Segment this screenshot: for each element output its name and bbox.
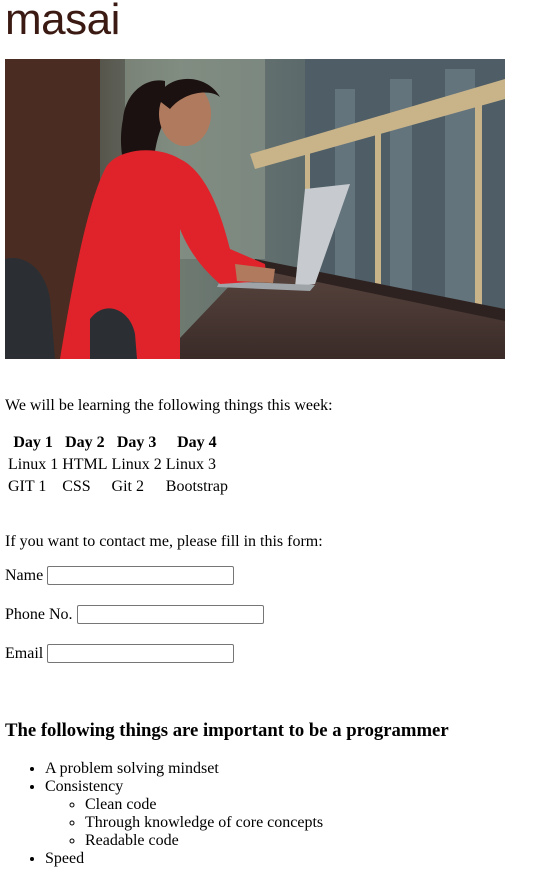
phone-input[interactable]: [76, 605, 264, 624]
email-input[interactable]: [47, 644, 235, 663]
table-cell: Git 2: [111, 478, 144, 495]
section-title: The following things are important to be…: [5, 720, 449, 741]
name-input[interactable]: [47, 566, 235, 585]
list-item: Speed: [45, 850, 323, 868]
hero-image: [5, 59, 505, 359]
table-cell: Linux 1: [8, 456, 59, 473]
name-field-row: Name: [5, 566, 235, 585]
table-header: Day 3: [116, 434, 157, 451]
table-cell: GIT 1: [8, 478, 47, 495]
table-cell: Bootstrap: [165, 478, 228, 495]
contact-intro: If you want to contact me, please fill i…: [5, 533, 323, 550]
masai-logo: masai: [5, 0, 120, 44]
table-row: Linux 1 HTML Linux 2 Linux 3: [7, 455, 229, 475]
sub-list-item: Through knowledge of core concepts: [85, 814, 323, 832]
sub-list-item: Clean code: [85, 796, 323, 814]
table-cell: HTML: [62, 456, 108, 473]
table-header: Day 4: [177, 434, 217, 451]
name-label: Name: [5, 566, 44, 584]
table-header: Day 2: [65, 434, 105, 451]
table-cell: Linux 3: [165, 456, 216, 473]
table-header-row: Day 1 Day 2 Day 3 Day 4: [7, 433, 229, 453]
table-row: GIT 1 CSS Git 2 Bootstrap: [7, 477, 229, 497]
phone-label: Phone No.: [5, 605, 73, 623]
table-cell: CSS: [62, 478, 91, 495]
list-item: Consistency Clean code Through knowledge…: [45, 778, 323, 850]
email-field-row: Email: [5, 644, 235, 663]
table-header: Day 1: [13, 434, 53, 451]
phone-field-row: Phone No.: [5, 605, 264, 624]
email-label: Email: [5, 644, 44, 662]
sub-list-item: Readable code: [85, 832, 323, 850]
intro-text: We will be learning the following things…: [5, 397, 333, 414]
sub-list: Clean code Through knowledge of core con…: [45, 796, 323, 850]
schedule-table: Day 1 Day 2 Day 3 Day 4 Linux 1 HTML Lin…: [5, 431, 231, 499]
list-item: A problem solving mindset: [45, 760, 323, 778]
table-cell: Linux 2: [111, 456, 162, 473]
list-item-label: Consistency: [45, 778, 124, 795]
programmer-list: A problem solving mindset Consistency Cl…: [5, 760, 323, 868]
